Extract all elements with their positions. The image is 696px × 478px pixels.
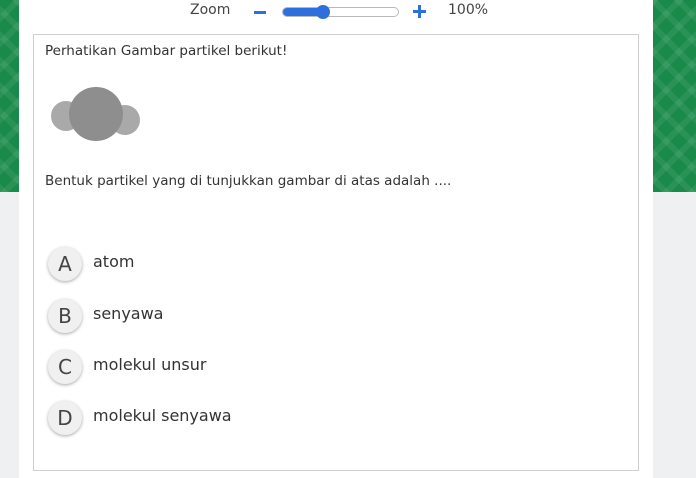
- option-text: atom: [93, 252, 135, 271]
- option-c[interactable]: C molekul unsur: [48, 350, 448, 386]
- question-card: Perhatikan Gambar partikel berikut! Bent…: [33, 34, 639, 471]
- zoom-slider[interactable]: [282, 5, 399, 19]
- option-letter-badge: C: [48, 350, 82, 384]
- question-text: Bentuk partikel yang di tunjukkan gambar…: [45, 173, 452, 189]
- option-b[interactable]: B senyawa: [48, 299, 448, 335]
- zoom-value: 100%: [448, 2, 489, 18]
- option-text: senyawa: [93, 304, 164, 323]
- option-d[interactable]: D molekul senyawa: [48, 401, 448, 437]
- zoom-slider-thumb[interactable]: [316, 5, 331, 19]
- zoom-out-icon[interactable]: [253, 3, 267, 19]
- option-text: molekul senyawa: [93, 406, 232, 425]
- quiz-panel: Zoom 100% Perhatikan Gambar partikel ber…: [19, 0, 653, 478]
- particle-atom-center: [69, 87, 123, 141]
- zoom-in-icon[interactable]: [412, 3, 426, 19]
- particle-molecule-image: [51, 87, 140, 141]
- option-a[interactable]: A atom: [48, 247, 448, 283]
- option-letter-badge: B: [48, 299, 82, 333]
- zoom-toolbar: Zoom 100%: [19, 0, 653, 24]
- option-letter-badge: A: [48, 247, 82, 281]
- question-prompt: Perhatikan Gambar partikel berikut!: [45, 43, 288, 59]
- zoom-label: Zoom: [190, 2, 231, 18]
- option-letter-badge: D: [48, 401, 82, 435]
- option-text: molekul unsur: [93, 355, 207, 374]
